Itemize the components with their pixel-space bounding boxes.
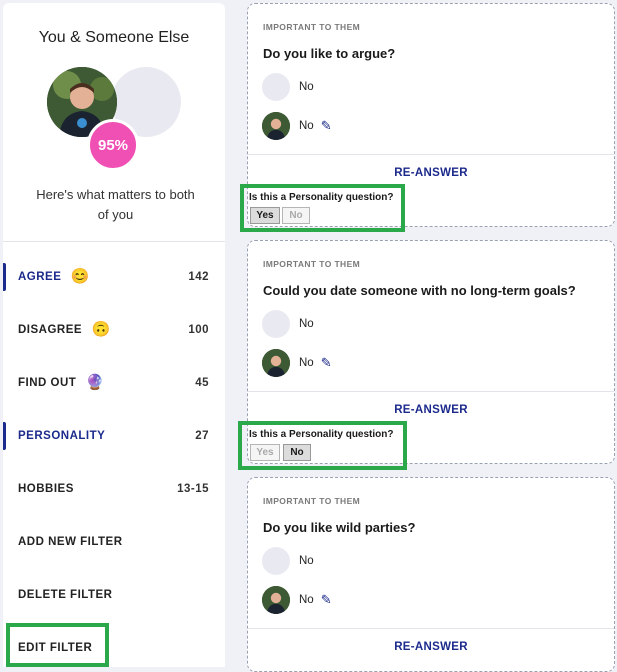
page-title: You & Someone Else [38, 29, 190, 46]
filter-disagree[interactable]: DISAGREE 🙃 100 [3, 310, 225, 350]
upside-down-emoji-icon: 🙃 [91, 321, 111, 338]
importance-tag: IMPORTANT TO THEM [263, 22, 361, 32]
your-answer: No ✎ [262, 586, 332, 614]
edit-pencil-icon[interactable]: ✎ [321, 118, 332, 134]
divider [3, 241, 225, 242]
answer-text: No [299, 120, 314, 132]
filter-count: 13-15 [177, 483, 209, 495]
active-indicator [3, 422, 6, 450]
question-card: IMPORTANT TO THEM Do you like wild parti… [247, 477, 615, 672]
match-percent-badge: 95% [87, 119, 139, 171]
edit-pencil-icon[interactable]: ✎ [321, 592, 332, 608]
filter-count: 27 [195, 430, 209, 442]
their-answer: No [262, 310, 314, 338]
highlight-box [238, 421, 407, 470]
user-avatar [262, 112, 290, 140]
highlight-box [6, 623, 109, 667]
filter-label: DELETE FILTER [18, 589, 113, 601]
highlight-box [240, 184, 405, 232]
their-answer: No [262, 547, 314, 575]
filter-agree[interactable]: AGREE 😊 142 [3, 257, 225, 297]
filter-count: 142 [188, 271, 209, 283]
their-avatar [262, 310, 290, 338]
filter-label: PERSONALITY [18, 430, 106, 442]
answer-text: No [299, 81, 314, 93]
answer-text: No [299, 555, 314, 567]
avatar-group: 95% [47, 67, 187, 177]
their-avatar [262, 547, 290, 575]
reanswer-button[interactable]: RE-ANSWER [248, 404, 614, 416]
your-answer: No ✎ [262, 112, 332, 140]
their-answer: No [262, 73, 314, 101]
reanswer-button[interactable]: RE-ANSWER [248, 641, 614, 653]
filter-count: 45 [195, 377, 209, 389]
answer-text: No [299, 318, 314, 330]
filter-label: AGREE [18, 271, 62, 283]
crystal-ball-icon: 🔮 [85, 374, 105, 391]
filter-count: 100 [188, 324, 209, 336]
divider [248, 628, 614, 629]
their-avatar [262, 73, 290, 101]
importance-tag: IMPORTANT TO THEM [263, 259, 361, 269]
question-text: Do you like to argue? [263, 46, 396, 61]
filter-hobbies[interactable]: HOBBIES 13-15 [3, 469, 225, 509]
question-text: Do you like wild parties? [263, 520, 416, 535]
answer-text: No [299, 357, 314, 369]
question-text: Could you date someone with no long-term… [263, 283, 576, 298]
smile-emoji-icon: 😊 [70, 268, 90, 285]
add-new-filter-button[interactable]: ADD NEW FILTER [3, 522, 225, 562]
divider [248, 154, 614, 155]
delete-filter-button[interactable]: DELETE FILTER [3, 575, 225, 615]
edit-pencil-icon[interactable]: ✎ [321, 355, 332, 371]
answer-text: No [299, 594, 314, 606]
filter-label: DISAGREE [18, 324, 83, 336]
divider [248, 391, 614, 392]
user-avatar [262, 586, 290, 614]
your-answer: No ✎ [262, 349, 332, 377]
reanswer-button[interactable]: RE-ANSWER [248, 167, 614, 179]
filter-label: HOBBIES [18, 483, 74, 495]
filter-find-out[interactable]: FIND OUT 🔮 45 [3, 363, 225, 403]
filter-label: FIND OUT [18, 377, 77, 389]
active-indicator [3, 263, 6, 291]
user-avatar [262, 349, 290, 377]
filter-personality[interactable]: PERSONALITY 27 [3, 416, 225, 456]
filter-label: ADD NEW FILTER [18, 536, 123, 548]
subtitle: Here's what matters to both of you [36, 187, 195, 222]
importance-tag: IMPORTANT TO THEM [263, 496, 361, 506]
match-sidebar: You & Someone Else 95% Here's what matte… [3, 3, 225, 667]
